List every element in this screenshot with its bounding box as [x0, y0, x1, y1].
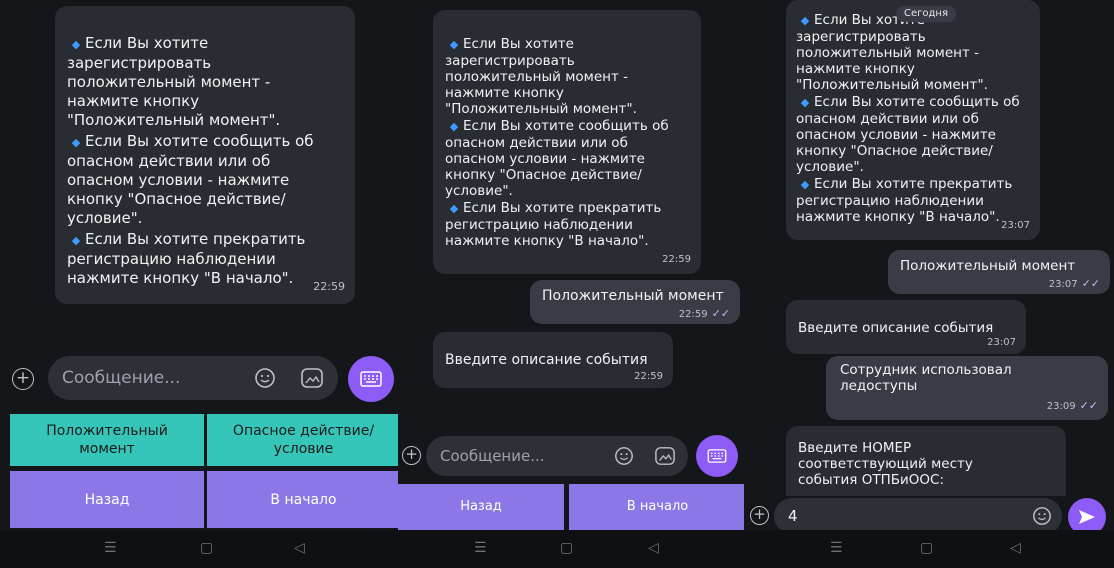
bot-prompt-text: Введите описание события: [445, 352, 648, 368]
date-badge: Сегодня: [896, 6, 956, 22]
home-button[interactable]: В начало: [207, 471, 400, 528]
sticker-icon[interactable]: [300, 367, 324, 393]
system-nav-bar: ☰ ▢ ◁: [0, 530, 400, 568]
double-check-icon: ✓✓: [1079, 399, 1098, 412]
instruction-3: ◆ Если Вы хотите прекратить регистрацию н…: [796, 176, 1013, 225]
dangerous-action-button[interactable]: Опасное действие/ условие: [207, 414, 400, 466]
message-placeholder: Сообщение...: [440, 447, 545, 465]
keyboard-icon: [707, 449, 727, 463]
user-message-text: Положительный момент: [542, 288, 724, 304]
message-time: 22:59: [662, 254, 691, 265]
message-input[interactable]: Сообщение...: [426, 436, 688, 476]
menu-icon[interactable]: ☰: [474, 540, 487, 556]
home-square-icon[interactable]: ▢: [200, 540, 213, 556]
instruction-2: ◆ Если Вы хотите сообщить об опасном дейс…: [67, 132, 314, 227]
plus-circle-icon[interactable]: +: [12, 368, 34, 390]
blue-diamond-icon: ◆: [800, 178, 810, 191]
instruction-1: ◆Если Вы хотите зарегистрировать положит…: [796, 12, 988, 93]
emoji-icon[interactable]: [614, 446, 634, 470]
home-button[interactable]: В начало: [569, 484, 746, 530]
send-icon: [1079, 510, 1095, 524]
message-input-value: 4: [788, 507, 798, 525]
plus-circle-icon[interactable]: +: [402, 446, 421, 465]
back-button[interactable]: Назад: [398, 484, 564, 530]
message-placeholder: Сообщение...: [62, 368, 181, 388]
back-triangle-icon[interactable]: ◁: [648, 540, 659, 556]
double-check-icon: ✓✓: [711, 307, 730, 320]
blue-diamond-icon: ◆: [449, 202, 459, 215]
instruction-3: ◆ Если Вы хотите прекратить регистрацию н…: [67, 230, 306, 287]
user-message-bubble: Положительный момент 22:59 ✓✓: [530, 280, 740, 324]
emoji-icon[interactable]: [254, 367, 276, 393]
message-time: 23:07: [1001, 220, 1030, 231]
instruction-1: ◆Если Вы хотите зарегистрировать положит…: [67, 34, 281, 129]
blue-diamond-icon: ◆: [800, 14, 810, 27]
user-message-text: Положительный момент: [900, 258, 1076, 274]
instruction-2: ◆ Если Вы хотите сообщить об опасном дейс…: [796, 94, 1020, 175]
message-time: 22:59 ✓✓: [678, 307, 730, 320]
message-time: 23:07: [987, 337, 1016, 348]
menu-icon[interactable]: ☰: [104, 540, 117, 556]
bot-instructions-bubble: ◆Если Вы хотите зарегистрировать положит…: [55, 6, 355, 304]
message-time: 22:59: [634, 371, 663, 382]
sticker-icon[interactable]: [654, 446, 676, 470]
instruction-3: ◆ Если Вы хотите прекратить регистрацию н…: [445, 200, 662, 249]
keyboard-icon: [360, 371, 382, 387]
plus-circle-icon[interactable]: +: [750, 506, 769, 525]
bot-prompt-bubble: Введите описание события 22:59: [433, 332, 673, 388]
bot-prompt-bubble: Введите описание события 23:07: [786, 300, 1026, 354]
chat-screen-2: ◆ Если Вы хотите зарегистрировать положит…: [398, 0, 746, 568]
back-button[interactable]: Назад: [10, 471, 204, 528]
user-reply-bubble: Сотрудник использовал ледоступы 23:09 ✓✓: [826, 356, 1108, 420]
double-check-icon: ✓✓: [1081, 277, 1100, 290]
blue-diamond-icon: ◆: [449, 38, 459, 51]
bot-prompt-text: Введите описание события: [798, 320, 994, 336]
blue-diamond-icon: ◆: [71, 234, 81, 247]
message-time: 23:09 ✓✓: [1046, 399, 1098, 412]
message-input[interactable]: 4: [774, 498, 1062, 534]
positive-moment-button[interactable]: Положительный момент: [10, 414, 204, 466]
message-input[interactable]: Сообщение...: [48, 356, 338, 400]
emoji-icon[interactable]: [1032, 506, 1052, 530]
bot-prompt-text: Введите НОМЕР соответствующий месту собы…: [798, 440, 973, 488]
user-message-bubble: Положительный момент 23:07 ✓✓: [888, 250, 1110, 294]
blue-diamond-icon: ◆: [71, 38, 81, 51]
system-nav-bar: ☰ ▢ ◁: [744, 530, 1114, 568]
back-triangle-icon[interactable]: ◁: [1010, 540, 1021, 556]
message-time: 22:59: [313, 280, 345, 293]
user-reply-text: Сотрудник использовал ледоступы: [840, 362, 1012, 394]
system-nav-bar: ☰ ▢ ◁: [398, 530, 746, 568]
bot-instructions-bubble: ◆Если Вы хотите зарегистрировать положит…: [786, 0, 1040, 240]
blue-diamond-icon: ◆: [449, 120, 459, 133]
home-square-icon[interactable]: ▢: [920, 540, 933, 556]
blue-diamond-icon: ◆: [800, 96, 810, 109]
blue-diamond-icon: ◆: [71, 136, 81, 149]
bot-instructions-bubble: ◆Если Вы хотите зарегистрировать положит…: [433, 10, 701, 274]
back-triangle-icon[interactable]: ◁: [294, 540, 305, 556]
keyboard-toggle-button[interactable]: [696, 435, 738, 477]
chat-screen-1: ◆ Если Вы хотите зарегистрировать положит…: [0, 0, 400, 568]
message-input-bar: + Сообщение...: [398, 430, 746, 482]
home-square-icon[interactable]: ▢: [560, 540, 573, 556]
message-time: 23:07 ✓✓: [1048, 277, 1100, 290]
message-input-bar: + Сообщение...: [0, 348, 400, 408]
bot-prompt-bubble-2: Введите НОМЕР соответствующий месту собы…: [786, 426, 1066, 496]
chat-screen-3: ◆Если Вы хотите зарегистрировать положит…: [744, 0, 1114, 568]
instruction-2: ◆ Если Вы хотите сообщить об опасном дейс…: [445, 118, 669, 199]
menu-icon[interactable]: ☰: [830, 540, 843, 556]
instruction-1: ◆Если Вы хотите зарегистрировать положит…: [445, 36, 637, 117]
keyboard-toggle-button[interactable]: [348, 356, 394, 402]
